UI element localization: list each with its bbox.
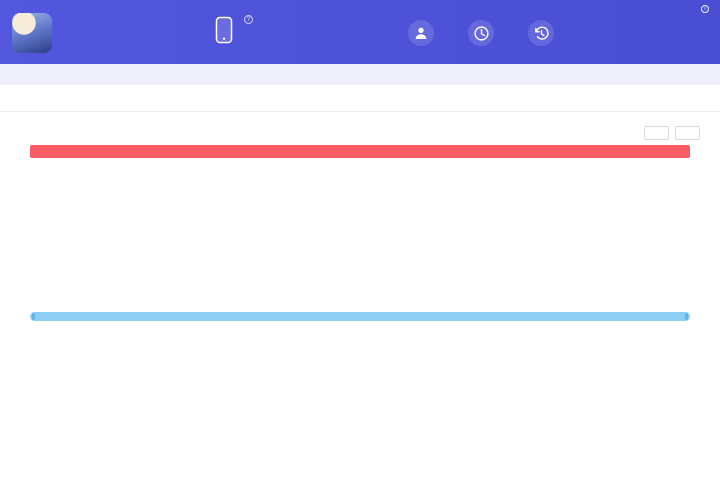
phone-icon — [214, 15, 234, 50]
device-help-icon[interactable]: ? — [244, 14, 253, 24]
history-icon — [528, 20, 554, 46]
fps-chart-section — [0, 121, 720, 325]
collector-note: i — [701, 5, 712, 13]
header: ? i — [0, 0, 720, 64]
fps-chart-area — [14, 163, 706, 309]
device-info: ? — [214, 14, 382, 50]
perfdog-report-page: ? i — [0, 0, 720, 477]
remark-bar — [0, 64, 720, 85]
metric-tabs — [0, 85, 720, 112]
app-info — [12, 11, 200, 53]
chart-scrollbar[interactable] — [30, 312, 690, 321]
chart-legend — [0, 321, 720, 325]
app-icon — [12, 13, 52, 53]
fps-threshold-input-2[interactable] — [675, 126, 700, 140]
fps-plot[interactable] — [38, 163, 682, 293]
y-axis-ticks — [14, 162, 34, 294]
upload-time-block — [528, 18, 562, 46]
duration-block — [468, 18, 502, 46]
clock-icon — [468, 20, 494, 46]
chart-header — [0, 121, 720, 144]
fps-threshold-controls — [638, 126, 706, 140]
y2-axis-ticks — [686, 162, 706, 294]
label-banner[interactable] — [30, 145, 690, 158]
info-icon: i — [701, 5, 709, 13]
fps-threshold-input-1[interactable] — [644, 126, 669, 140]
creator-block — [408, 18, 442, 46]
device-model: ? — [241, 14, 253, 24]
creator-person-icon — [408, 20, 434, 46]
metrics-summary — [0, 112, 720, 121]
